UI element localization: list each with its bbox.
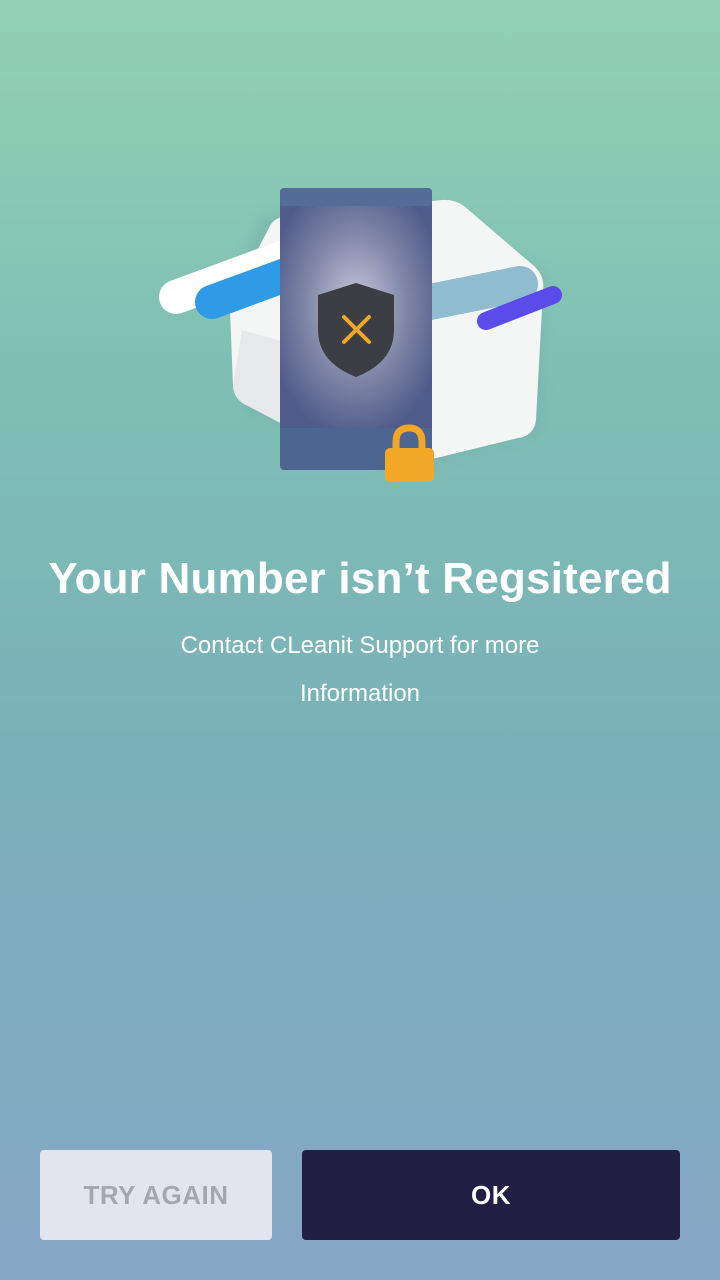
ok-button[interactable]: OK xyxy=(302,1150,680,1240)
blocked-phone-illustration xyxy=(150,180,570,490)
illustration-graphic xyxy=(159,188,562,482)
page-title: Your Number isn’t Regsitered xyxy=(48,554,672,603)
light-blue-stripe xyxy=(402,266,538,322)
unregistered-number-screen: Your Number isn’t Regsitered Contact CLe… xyxy=(0,0,720,1280)
page-subtitle: Contact CLeanit Support for more Informa… xyxy=(180,632,540,707)
try-again-button[interactable]: TRY AGAIN xyxy=(40,1150,272,1240)
